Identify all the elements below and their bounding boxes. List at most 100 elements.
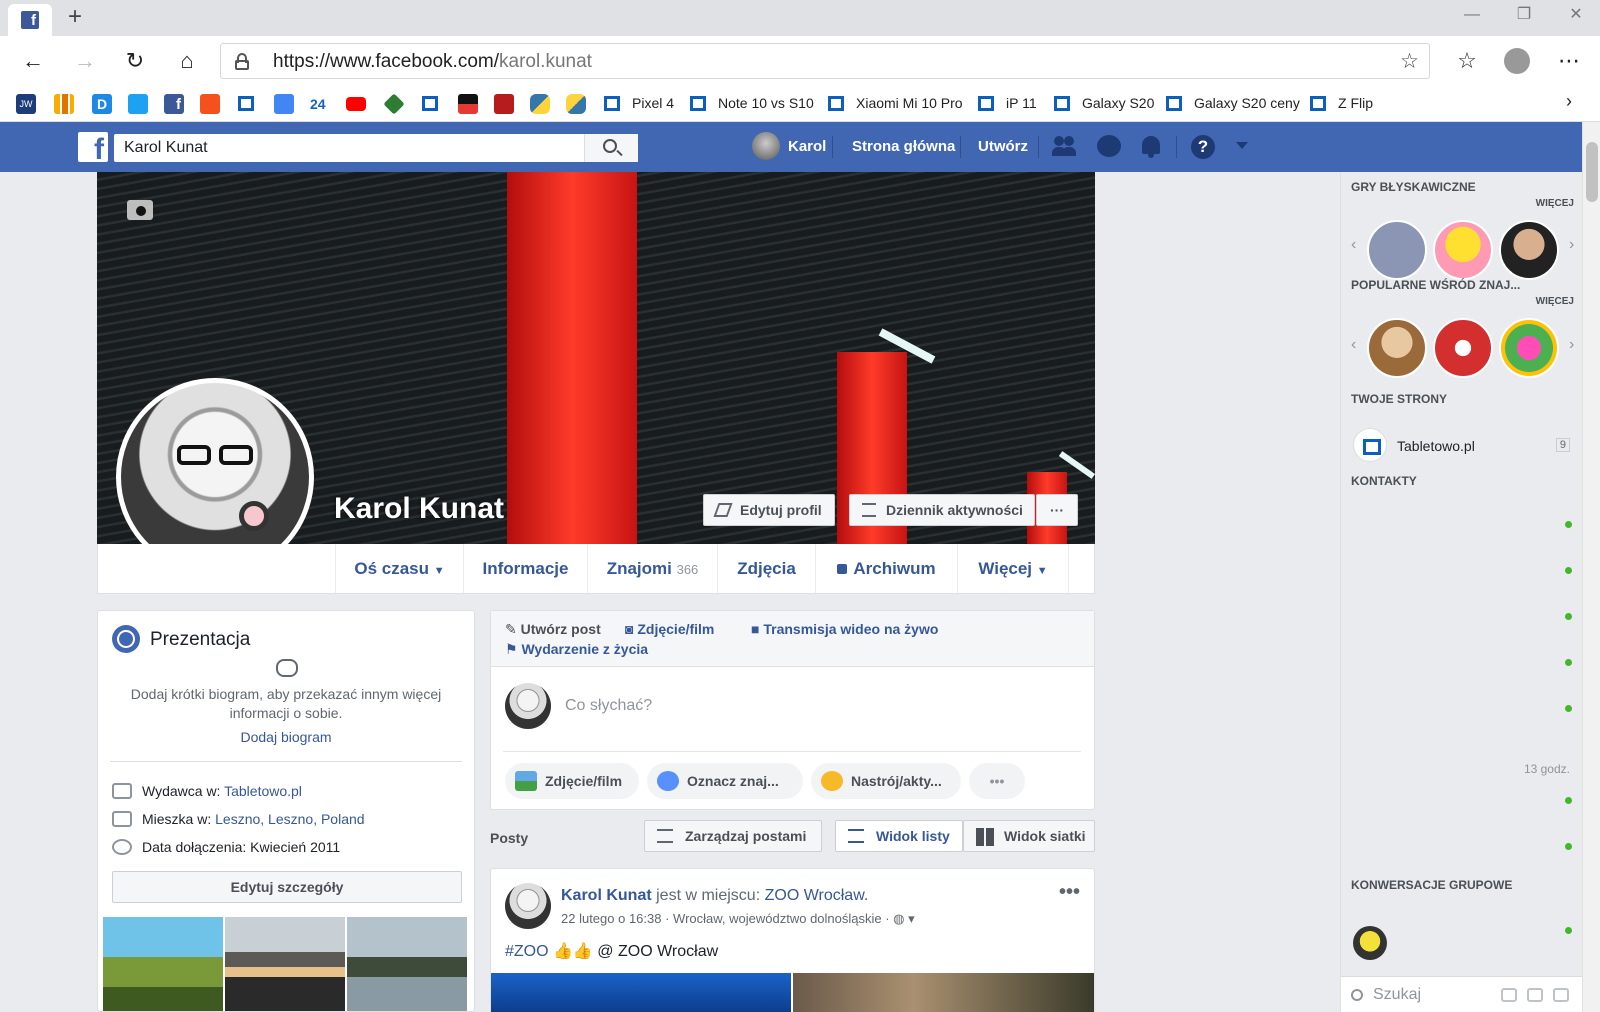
bookmark-zflip-icon[interactable]: [1310, 96, 1326, 111]
bookmark-mail-icon[interactable]: [200, 94, 220, 114]
messenger-icon[interactable]: [1096, 134, 1122, 160]
bookmark-jw-icon[interactable]: JW: [16, 94, 36, 114]
scrollbar-thumb[interactable]: [1586, 142, 1598, 202]
post-timestamp[interactable]: 22 lutego o 16:38: [561, 911, 661, 926]
grid-view-button[interactable]: Widok siatki: [963, 820, 1095, 852]
games-prev-chevron-icon[interactable]: ‹: [1351, 236, 1356, 254]
minimize-button[interactable]: —: [1450, 2, 1494, 32]
popular-next-chevron-icon[interactable]: ›: [1569, 336, 1574, 354]
post-photo[interactable]: [793, 973, 1094, 1012]
add-bio-link[interactable]: Dodaj biogram: [98, 729, 474, 745]
bookmark-note10[interactable]: Note 10 vs S10: [718, 95, 814, 111]
bookmark-ip11-icon[interactable]: [978, 96, 994, 111]
forward-arrow-icon[interactable]: →: [68, 44, 102, 78]
friend-requests-icon[interactable]: [1052, 134, 1078, 160]
profile-more-button[interactable]: ···: [1036, 494, 1078, 526]
post-options-button[interactable]: •••: [1059, 881, 1080, 904]
composer-input[interactable]: Co słychać?: [565, 697, 652, 715]
composer-more-pill[interactable]: •••: [969, 763, 1025, 799]
bookmark-ip11[interactable]: iP 11: [1006, 95, 1037, 111]
bookmark-galaxy-s20[interactable]: Galaxy S20: [1082, 95, 1154, 111]
facebook-logo-icon[interactable]: f: [78, 132, 108, 162]
page-link[interactable]: Tabletowo.pl: [1397, 438, 1475, 454]
account-menu-chevron-down-icon[interactable]: [1234, 138, 1260, 164]
game-friend-icon[interactable]: [1367, 318, 1427, 378]
bookmark-translate-icon[interactable]: [274, 94, 294, 114]
bookmark-python-icon[interactable]: [530, 94, 550, 114]
tab-timeline[interactable]: Oś czasu ▼: [335, 544, 463, 593]
popular-prev-chevron-icon[interactable]: ‹: [1351, 336, 1356, 354]
tag-friends-pill[interactable]: Oznacz znaj...: [647, 763, 803, 799]
bookmark-24-icon[interactable]: 24: [310, 94, 330, 114]
bookmark-youtube-icon[interactable]: [346, 97, 366, 111]
update-cover-camera-icon[interactable]: [127, 200, 153, 220]
fb-search-input[interactable]: Karol Kunat: [114, 134, 638, 162]
post-photo[interactable]: [491, 973, 791, 1012]
group-chat-avatar[interactable]: [1353, 926, 1387, 960]
post-author-avatar[interactable]: [505, 883, 551, 929]
instant-games-more-link[interactable]: WIĘCEJ: [1536, 198, 1574, 209]
bookmark-galaxy-s20-ceny[interactable]: Galaxy S20 ceny: [1194, 95, 1300, 111]
feeling-activity-pill[interactable]: Nastrój/akty...: [811, 763, 961, 799]
bookmark-analytics-icon[interactable]: [54, 94, 74, 114]
list-view-button[interactable]: Widok listy: [835, 820, 963, 852]
gear-icon[interactable]: [1501, 988, 1517, 1002]
post-author-link[interactable]: Karol Kunat: [561, 887, 652, 904]
games-next-chevron-icon[interactable]: ›: [1569, 236, 1574, 254]
new-message-icon[interactable]: [1527, 988, 1543, 1002]
game-ludo-icon[interactable]: [1499, 220, 1559, 280]
bookmark-xiaomi[interactable]: Xiaomi Mi 10 Pro: [856, 95, 963, 111]
work-link[interactable]: Tabletowo.pl: [224, 783, 302, 799]
game-atom-icon[interactable]: [1367, 220, 1427, 280]
tab-about[interactable]: Informacje: [463, 544, 587, 593]
tabletowo-page-icon[interactable]: [1353, 428, 1387, 462]
activity-log-button[interactable]: Dziennik aktywności: [849, 494, 1035, 526]
header-profile-link[interactable]: Karol: [788, 138, 826, 155]
bookmark-s20-icon[interactable]: [1054, 96, 1070, 111]
photo-thumbnail[interactable]: [103, 917, 223, 1011]
edit-profile-button[interactable]: Edytuj profil: [703, 494, 835, 526]
bookmark-green-icon[interactable]: [383, 93, 405, 115]
bookmark-twitter-icon[interactable]: [128, 94, 148, 114]
bookmark-d-icon[interactable]: D: [92, 94, 112, 114]
lives-link[interactable]: Leszno, Leszno, Poland: [215, 811, 364, 827]
game-cards-icon[interactable]: [1433, 318, 1493, 378]
favorites-list-icon[interactable]: ☆: [1450, 44, 1484, 78]
home-icon[interactable]: ⌂: [170, 44, 204, 78]
tab-archive[interactable]: Archiwum: [815, 544, 957, 593]
more-options-icon[interactable]: ⋯: [1552, 44, 1586, 78]
fb-search-button[interactable]: [584, 134, 638, 162]
tab-photos[interactable]: Zdjęcia: [717, 544, 815, 593]
header-create-link[interactable]: Utwórz: [978, 138, 1028, 155]
favorite-star-icon[interactable]: ☆: [1400, 49, 1419, 74]
game-pikachu-icon[interactable]: [1433, 220, 1493, 280]
photo-thumbnail[interactable]: [225, 917, 345, 1011]
page-scrollbar[interactable]: [1582, 122, 1600, 1012]
bookmark-tabletowo-2-icon[interactable]: [422, 96, 438, 111]
bookmark-xiaomi-icon[interactable]: [828, 96, 844, 111]
edit-details-button[interactable]: Edytuj szczegóły: [112, 871, 462, 903]
hashtag-link[interactable]: #ZOO: [505, 943, 549, 960]
bookmark-python-2-icon[interactable]: [566, 94, 586, 114]
bookmarks-overflow-chevron-icon[interactable]: ›: [1566, 91, 1572, 112]
header-home-link[interactable]: Strona główna: [852, 138, 955, 155]
browser-tab[interactable]: f: [8, 4, 52, 36]
help-question-icon[interactable]: ?: [1190, 134, 1216, 160]
notifications-bell-icon[interactable]: [1138, 134, 1164, 160]
bookmark-red-icon[interactable]: [494, 94, 514, 114]
address-bar[interactable]: https://www.facebook.com/karol.kunat ☆: [220, 43, 1430, 79]
bookmark-z-flip[interactable]: Z Flip: [1338, 95, 1373, 111]
create-post-tab[interactable]: ✎ Utwórz post: [505, 621, 601, 638]
life-event-tab[interactable]: ⚑ Wydarzenie z życia: [505, 641, 648, 658]
profile-avatar-icon[interactable]: [1500, 44, 1534, 78]
bookmark-tabletowo-icon[interactable]: [238, 96, 254, 111]
photo-thumbnail[interactable]: [347, 917, 467, 1011]
chat-search-bar[interactable]: Szukaj: [1341, 976, 1583, 1012]
bookmark-pixel4-icon[interactable]: [604, 96, 620, 111]
reload-icon[interactable]: ↻: [118, 44, 152, 78]
header-avatar[interactable]: [752, 132, 780, 160]
manage-posts-button[interactable]: Zarządzaj postami: [644, 820, 822, 852]
new-tab-button[interactable]: +: [62, 4, 88, 32]
tab-friends[interactable]: Znajomi 366: [587, 544, 717, 593]
audience-globe-icon[interactable]: ◍ ▾: [893, 911, 914, 926]
